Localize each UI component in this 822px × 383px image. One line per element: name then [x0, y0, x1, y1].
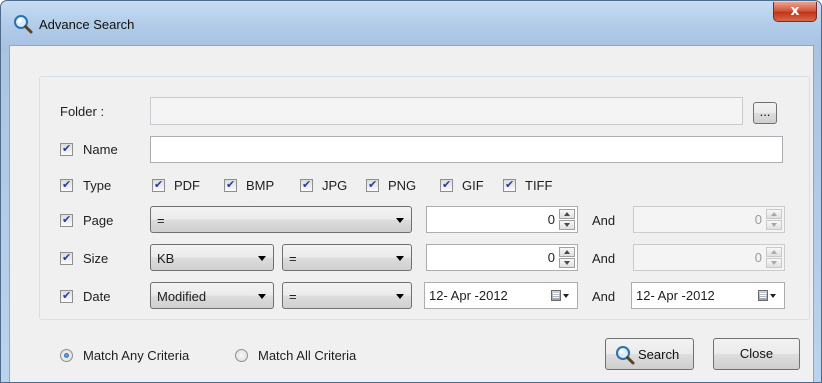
date-operator-value: = — [289, 289, 297, 304]
date-from-picker[interactable]: 12- Apr -2012 — [424, 282, 578, 309]
page-checkbox[interactable] — [60, 213, 73, 227]
spinner[interactable] — [559, 247, 575, 268]
type-pdf-checkbox[interactable] — [152, 178, 165, 192]
type-tiff-label: TIFF — [525, 178, 553, 193]
page-from-value: 0 — [547, 212, 555, 227]
close-button[interactable]: Close — [713, 338, 800, 370]
chevron-down-icon — [258, 294, 266, 299]
size-operator-value: = — [289, 251, 297, 266]
spin-up-icon[interactable] — [766, 247, 782, 257]
search-button-label: Search — [638, 347, 680, 362]
page-operator-value: = — [157, 213, 165, 228]
type-tiff-checkbox[interactable] — [503, 178, 516, 192]
spin-down-icon[interactable] — [766, 258, 782, 268]
name-input[interactable] — [150, 136, 783, 163]
type-png-checkbox[interactable] — [366, 178, 379, 192]
spin-up-icon[interactable] — [766, 209, 782, 219]
type-jpg-checkbox[interactable] — [300, 178, 313, 192]
browse-folder-button[interactable]: ... — [753, 102, 777, 124]
match-any-label: Match Any Criteria — [83, 348, 190, 363]
spin-down-icon[interactable] — [766, 220, 782, 230]
magnifier-icon — [616, 346, 635, 365]
date-and-label: And — [592, 289, 616, 304]
advance-search-window: Advance Search x Folder : ... Name Type … — [0, 0, 822, 383]
size-and-label: And — [592, 251, 616, 266]
page-and-label: And — [592, 213, 616, 228]
spin-up-icon[interactable] — [559, 209, 575, 219]
page-label: Page — [83, 213, 114, 228]
size-unit-value: KB — [157, 251, 175, 266]
match-all-radio[interactable] — [235, 349, 248, 362]
search-icon — [14, 15, 33, 34]
spin-down-icon[interactable] — [559, 258, 575, 268]
date-from-value: 12- Apr -2012 — [429, 288, 508, 303]
date-to-picker[interactable]: 12- Apr -2012 — [631, 282, 785, 309]
size-from-stepper[interactable]: 0 — [426, 244, 578, 271]
size-from-value: 0 — [547, 250, 555, 265]
match-all-label: Match All Criteria — [258, 348, 357, 363]
type-png-label: PNG — [388, 178, 417, 193]
chevron-down-icon — [396, 218, 404, 223]
name-label: Name — [83, 142, 118, 157]
search-button[interactable]: Search — [605, 338, 694, 370]
date-to-value: 12- Apr -2012 — [636, 288, 715, 303]
date-label: Date — [83, 289, 111, 304]
spin-up-icon[interactable] — [559, 247, 575, 257]
page-to-value: 0 — [754, 212, 762, 227]
name-checkbox[interactable] — [60, 142, 73, 156]
spin-down-icon[interactable] — [559, 220, 575, 230]
type-jpg-label: JPG — [322, 178, 348, 193]
match-any-radio[interactable] — [60, 349, 73, 362]
size-unit-select[interactable]: KB — [150, 244, 274, 271]
date-checkbox[interactable] — [60, 289, 73, 303]
type-bmp-label: BMP — [246, 178, 275, 193]
page-from-stepper[interactable]: 0 — [426, 206, 578, 233]
type-gif-label: GIF — [462, 178, 484, 193]
folder-label: Folder : — [60, 104, 105, 119]
chevron-down-icon — [396, 294, 404, 299]
date-operator-select[interactable]: = — [282, 282, 412, 309]
window-close-button[interactable]: x — [773, 2, 817, 22]
title-bar[interactable]: Advance Search x — [1, 1, 821, 45]
chevron-down-icon — [396, 256, 404, 261]
page-to-stepper[interactable]: 0 — [633, 206, 785, 233]
calendar-icon[interactable] — [551, 289, 571, 303]
type-checkbox[interactable] — [60, 178, 73, 192]
size-checkbox[interactable] — [60, 251, 73, 265]
spinner[interactable] — [766, 247, 782, 268]
dialog-body: Folder : ... Name Type PDF BMP JPG PNG G… — [9, 45, 814, 382]
spinner[interactable] — [766, 209, 782, 230]
size-to-stepper[interactable]: 0 — [633, 244, 785, 271]
spinner[interactable] — [559, 209, 575, 230]
size-to-value: 0 — [754, 250, 762, 265]
date-field-select[interactable]: Modified — [150, 282, 274, 309]
calendar-icon[interactable] — [758, 289, 778, 303]
page-operator-select[interactable]: = — [150, 206, 412, 233]
type-gif-checkbox[interactable] — [440, 178, 453, 192]
folder-path-field[interactable] — [150, 97, 743, 125]
window-title: Advance Search — [39, 17, 135, 32]
date-field-value: Modified — [157, 289, 207, 304]
size-operator-select[interactable]: = — [282, 244, 412, 271]
size-label: Size — [83, 251, 109, 266]
chevron-down-icon — [258, 256, 266, 261]
type-pdf-label: PDF — [174, 178, 200, 193]
type-bmp-checkbox[interactable] — [224, 178, 237, 192]
type-label: Type — [83, 178, 112, 193]
